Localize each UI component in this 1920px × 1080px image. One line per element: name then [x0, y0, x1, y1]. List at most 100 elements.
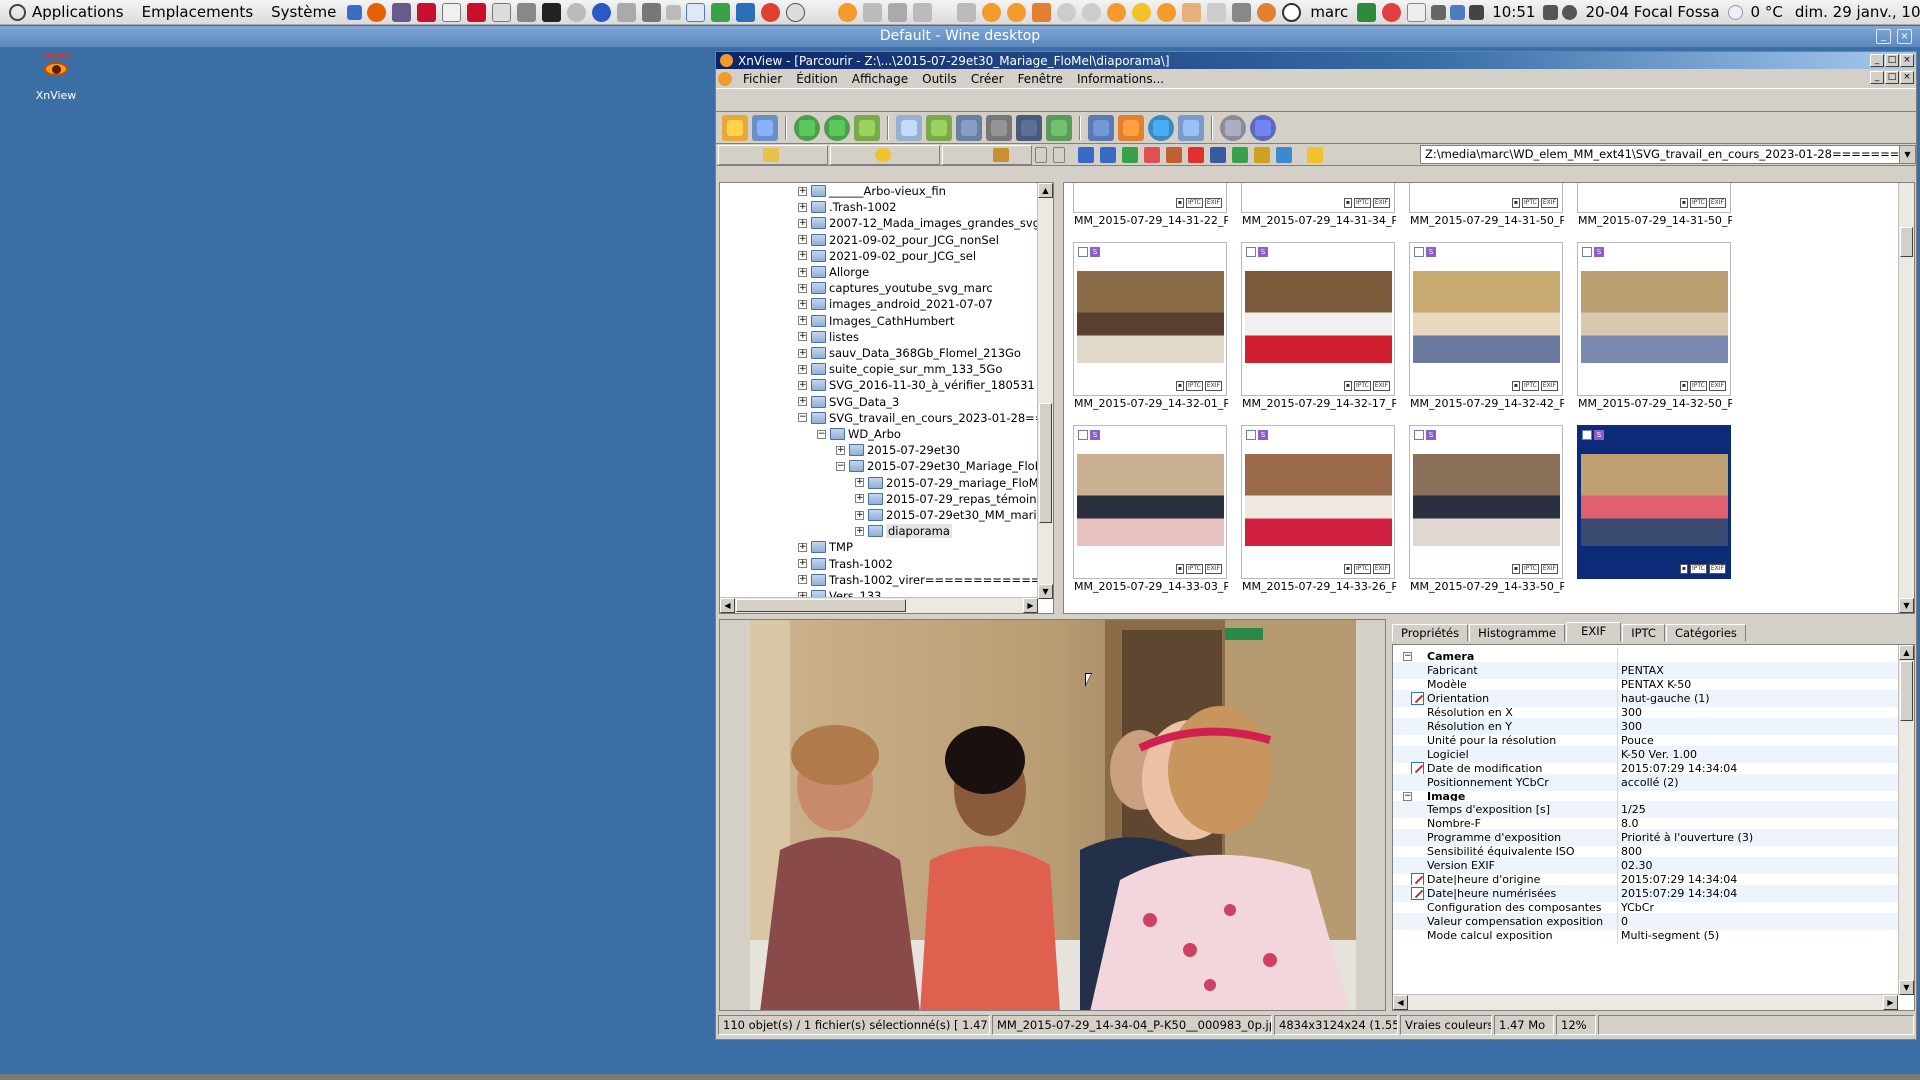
move-icon[interactable]: [926, 114, 952, 141]
thumbs-vertical-scrollbar[interactable]: ▼: [1898, 183, 1914, 613]
copy-icon[interactable]: [896, 114, 922, 141]
firefox-icon[interactable]: [367, 2, 387, 22]
thumbnail-item[interactable]: S ▪ IPTC EXIF MM_2015-07-29_14-33-50_P...: [1409, 425, 1564, 593]
scroll-left-button[interactable]: ◀: [720, 598, 735, 613]
tree-vertical-scrollbar[interactable]: ▲ ▼: [1037, 183, 1053, 599]
scroll-up-button[interactable]: ▲: [1038, 183, 1053, 198]
collapse-icon[interactable]: −: [836, 461, 845, 471]
contact-sheet-icon[interactable]: [1178, 114, 1204, 141]
expand-icon[interactable]: +: [798, 299, 807, 309]
wallpaper-icon[interactable]: [1118, 114, 1144, 141]
exif-scroll-thumb[interactable]: [1900, 661, 1913, 721]
record-icon[interactable]: [761, 2, 781, 22]
image-tool-icon[interactable]: [1032, 2, 1052, 22]
menu-informations[interactable]: Informations...: [1070, 72, 1171, 86]
tab-scroll-right-button[interactable]: [1053, 146, 1065, 163]
up-arrow-icon[interactable]: [1122, 146, 1138, 163]
monitor-icon[interactable]: [542, 2, 562, 22]
user-name[interactable]: marc: [1304, 3, 1354, 21]
exif-scroll-right-button[interactable]: ▶: [1883, 995, 1898, 1010]
tree-hscroll-thumb[interactable]: [736, 599, 906, 612]
desktop-icon-xnview[interactable]: XnView: [28, 53, 84, 102]
exif-scroll-left-button[interactable]: ◀: [1393, 995, 1408, 1010]
bluetooth-icon[interactable]: [347, 4, 363, 20]
maximize-button[interactable]: □: [1885, 54, 1899, 67]
expand-icon[interactable]: +: [798, 380, 807, 390]
tree-item[interactable]: + images_android_2021-07-07: [798, 296, 993, 312]
view-mode-icon[interactable]: [1210, 146, 1226, 163]
slideshow-icon[interactable]: [1046, 114, 1072, 141]
sort-icon[interactable]: [1232, 146, 1248, 163]
chrome-icon[interactable]: [1382, 2, 1402, 22]
clock[interactable]: 10:51: [1486, 3, 1541, 21]
thumbnail-item[interactable]: S ▪ IPTC EXIF MM_2015-07-29_14-32-50_P...: [1577, 242, 1732, 410]
collapse-icon[interactable]: −: [798, 413, 807, 423]
exif-scroll-down-button[interactable]: ▼: [1899, 980, 1914, 995]
tree-item[interactable]: + sauv_Data_368Gb_Flomel_213Go: [798, 345, 1021, 361]
spreadsheet-icon[interactable]: [711, 2, 731, 22]
text-editor-icon[interactable]: [442, 2, 462, 22]
applications-menu[interactable]: Applications: [0, 0, 133, 24]
document-icon[interactable]: [686, 2, 706, 22]
tree-item[interactable]: + captures_youtube_svg_marc: [798, 280, 993, 296]
tree-item[interactable]: +2015-07-29et30_MM_mariage: [855, 507, 1053, 523]
tree-scroll-thumb[interactable]: [1039, 403, 1052, 523]
exif-horizontal-scrollbar[interactable]: ◀ ▶: [1393, 994, 1898, 1010]
xnview-launcher-icon-3[interactable]: [1107, 2, 1127, 22]
menu-fenetre[interactable]: Fenêtre: [1011, 72, 1070, 86]
xnview-launcher-icon-4[interactable]: [1157, 2, 1177, 22]
expand-icon[interactable]: +: [798, 283, 807, 293]
thumbnail-item[interactable]: S▪IPTCEXIFMM_2015-07-29_14-31-34_P...: [1241, 183, 1396, 227]
launcher-icon[interactable]: [957, 2, 977, 22]
expand-icon[interactable]: +: [798, 267, 807, 277]
disc-icon[interactable]: [567, 2, 587, 22]
tree-item[interactable]: + suite_copie_sur_mm_133_5Go: [798, 361, 1002, 377]
window-titlebar[interactable]: XnView - [Parcourir - Z:\...\2015-07-29e…: [716, 52, 1916, 69]
expand-icon[interactable]: +: [798, 186, 807, 196]
select-checkbox[interactable]: [1582, 247, 1592, 257]
select-checkbox[interactable]: [1414, 247, 1424, 257]
tree-item[interactable]: +2015-07-29_repas_témoins_p: [855, 491, 1053, 507]
date-time[interactable]: dim. 29 janv., 10:51:36: [1789, 3, 1920, 21]
tree-item[interactable]: + SVG_2016-11-30_à_vérifier_180531: [798, 377, 1035, 393]
tree-item[interactable]: + listes: [798, 329, 859, 345]
tree-item[interactable]: − SVG_travail_en_cours_2023-01-28=====: [798, 410, 1053, 426]
chat-icon[interactable]: [1431, 4, 1447, 20]
menu-outils[interactable]: Outils: [915, 72, 964, 86]
collapse-icon[interactable]: −: [1403, 791, 1412, 801]
thumbnail-item[interactable]: S ▪ IPTC EXIF: [1577, 425, 1731, 592]
tree-item[interactable]: + diaporama: [855, 523, 952, 539]
rotate-left-icon[interactable]: [794, 114, 820, 141]
tree-item[interactable]: − 2015-07-29et30_Mariage_FloMel: [836, 458, 1053, 474]
sun-icon[interactable]: [1132, 2, 1152, 22]
scanner-icon[interactable]: [1016, 114, 1042, 141]
menu-fichier[interactable]: Fichier: [736, 72, 789, 86]
rotate-right-icon[interactable]: [824, 114, 850, 141]
mdi-restore-button[interactable]: □: [1885, 71, 1899, 84]
path-dropdown-icon[interactable]: ▼: [1899, 146, 1915, 163]
search-icon[interactable]: [492, 2, 512, 22]
calculator-icon[interactable]: [517, 2, 537, 22]
mdi-close-button[interactable]: ×: [1900, 71, 1914, 84]
select-checkbox[interactable]: [1246, 430, 1256, 440]
green-app-icon[interactable]: [1357, 2, 1377, 22]
expand-icon[interactable]: +: [798, 542, 807, 552]
path-input[interactable]: Z:\media\marc\WD_elem_MM_ext41\SVG_trava…: [1420, 145, 1916, 164]
favorites-tab[interactable]: [830, 144, 940, 165]
tool-icon-2[interactable]: [888, 2, 908, 22]
network-status-icon[interactable]: [1450, 4, 1466, 20]
tree-item[interactable]: +2021-09-02_pour_JCG_nonSel: [798, 232, 999, 248]
filezilla-icon[interactable]: [417, 2, 437, 22]
refresh-app-icon[interactable]: [1082, 2, 1102, 22]
expand-icon[interactable]: +: [798, 218, 807, 228]
expand-icon[interactable]: +: [798, 397, 807, 407]
network-icon[interactable]: [736, 2, 756, 22]
select-checkbox[interactable]: [1582, 430, 1592, 440]
clock-app-icon[interactable]: [1057, 2, 1077, 22]
acquire-icon[interactable]: [854, 114, 880, 141]
thumbnail-item[interactable]: S ▪ IPTC EXIF MM_2015-07-29_14-32-42_P...: [1409, 242, 1564, 410]
close-button[interactable]: ×: [1900, 54, 1914, 67]
tree-item[interactable]: + TMP: [798, 539, 853, 555]
tree-item[interactable]: + .Trash-1002: [798, 199, 896, 215]
print-icon[interactable]: [986, 114, 1012, 141]
